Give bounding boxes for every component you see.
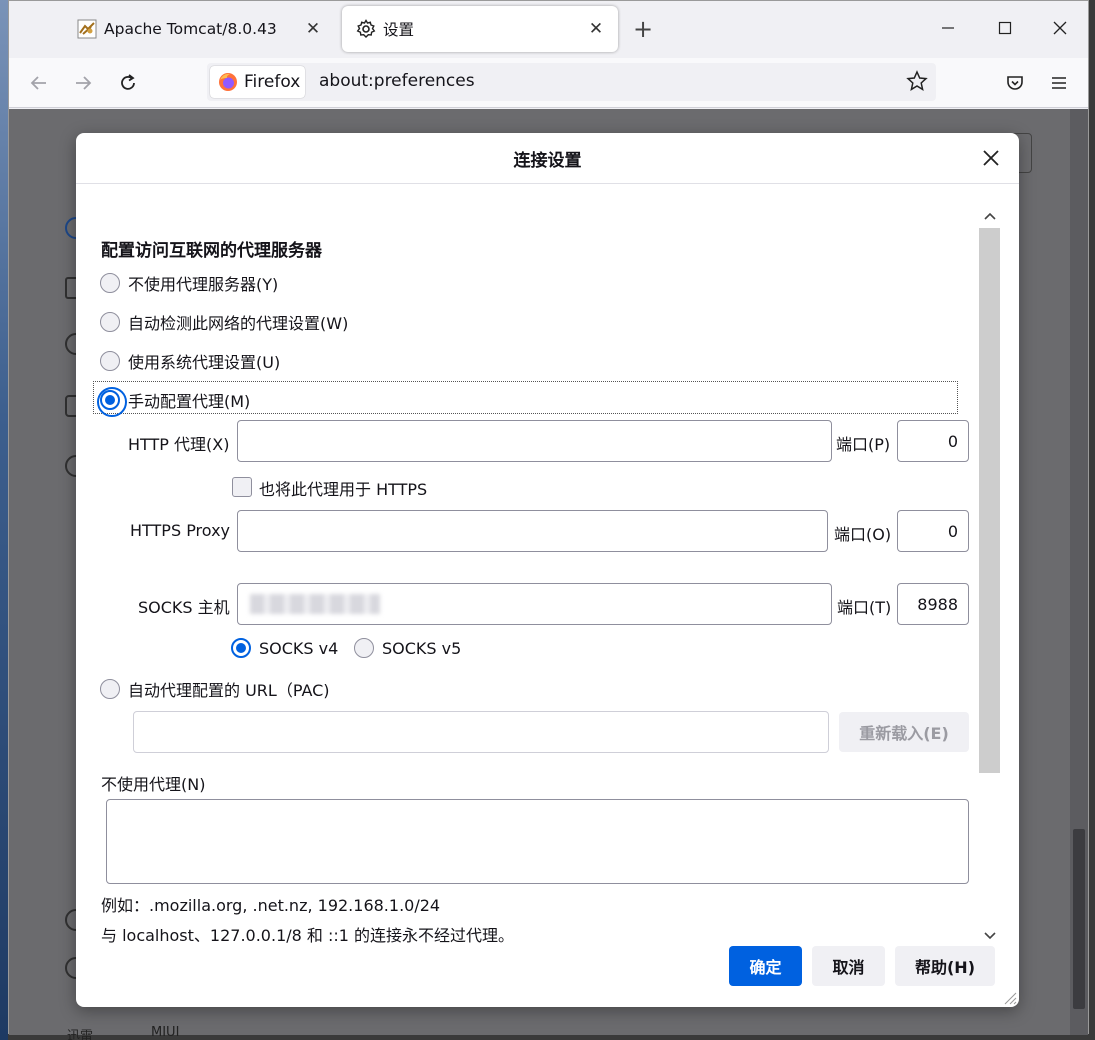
taskbar-label: MIUI xyxy=(151,1025,180,1040)
help-button[interactable]: 帮助(H) xyxy=(895,946,995,986)
page-scrollbar[interactable] xyxy=(1070,109,1088,1035)
desktop-edge xyxy=(0,0,8,1040)
radio-no-proxy[interactable]: 不使用代理服务器(Y) xyxy=(100,271,278,295)
socks-host-input[interactable] xyxy=(237,583,832,625)
radio-button[interactable] xyxy=(100,273,120,293)
socks-port-label: 端口(T) xyxy=(837,598,892,617)
forward-arrow-icon xyxy=(76,76,92,90)
close-tab-icon[interactable]: ✕ xyxy=(303,19,323,39)
dialog-scrollbar[interactable] xyxy=(979,204,1000,949)
dialog-scrollbar-thumb[interactable] xyxy=(979,228,1000,773)
resize-grip-icon[interactable] xyxy=(1001,989,1017,1005)
forward-button[interactable] xyxy=(67,68,99,98)
new-tab-button[interactable]: + xyxy=(633,15,653,43)
radio-button[interactable] xyxy=(100,679,120,699)
radio-button-checked[interactable] xyxy=(231,638,251,658)
back-button[interactable] xyxy=(23,68,55,98)
url-bar[interactable]: Firefox about:preferences xyxy=(207,63,936,101)
radio-manual-proxy[interactable]: 手动配置代理(M) xyxy=(97,387,251,417)
dialog-close-button[interactable] xyxy=(979,146,1003,170)
tab-title: 设置 xyxy=(383,21,415,39)
https-port-label: 端口(O) xyxy=(834,525,892,544)
redacted-socks-host xyxy=(250,594,380,614)
radio-label: 自动代理配置的 URL（PAC) xyxy=(128,681,330,700)
https-proxy-input[interactable] xyxy=(237,510,828,552)
close-window-button[interactable] xyxy=(1045,13,1075,43)
proxy-section-heading: 配置访问互联网的代理服务器 xyxy=(101,241,322,261)
socks-host-label: SOCKS 主机 xyxy=(138,598,230,617)
pocket-icon xyxy=(1007,76,1023,90)
tab-strip: Apache Tomcat/8.0.43 ✕ 设置 ✕ + xyxy=(9,1,1088,58)
firefox-logo-icon xyxy=(219,73,237,91)
tab-title: Apache Tomcat/8.0.43 xyxy=(104,20,277,38)
also-https-checkbox[interactable] xyxy=(232,477,252,497)
maximize-button[interactable] xyxy=(990,13,1020,43)
http-port-input[interactable]: 0 xyxy=(897,420,969,462)
page-scrollbar-thumb[interactable] xyxy=(1073,829,1085,1009)
gear-icon xyxy=(356,19,376,38)
scroll-down-icon[interactable] xyxy=(982,928,997,943)
dialog-title: 连接设置 xyxy=(76,133,1019,184)
radio-socks-v5[interactable]: SOCKS v5 xyxy=(354,638,461,658)
radio-pac-url[interactable]: 自动代理配置的 URL（PAC) xyxy=(100,677,330,701)
no-proxy-label: 不使用代理(N) xyxy=(101,775,206,794)
maximize-icon xyxy=(998,21,1012,35)
radio-system-proxy[interactable]: 使用系统代理设置(U) xyxy=(100,349,280,373)
radio-socks-v4[interactable]: SOCKS v4 xyxy=(231,638,338,658)
back-arrow-icon xyxy=(30,76,46,90)
no-proxy-example: 例如：.mozilla.org, .net.nz, 192.168.1.0/24 xyxy=(101,896,441,915)
tab-tomcat[interactable]: Apache Tomcat/8.0.43 ✕ xyxy=(63,6,335,52)
focus-ring xyxy=(97,387,127,417)
reload-button[interactable] xyxy=(112,68,144,98)
identity-box[interactable]: Firefox xyxy=(210,66,305,98)
pocket-button[interactable] xyxy=(999,68,1031,98)
http-proxy-input[interactable] xyxy=(237,420,832,462)
radio-label: 自动检测此网络的代理设置(W) xyxy=(128,314,349,333)
no-proxy-textarea[interactable] xyxy=(106,799,969,884)
reload-pac-button[interactable]: 重新载入(E) xyxy=(839,712,969,752)
radio-auto-detect[interactable]: 自动检测此网络的代理设置(W) xyxy=(100,310,348,334)
star-icon xyxy=(906,70,928,91)
hamburger-menu-icon xyxy=(1052,77,1066,89)
radio-button[interactable] xyxy=(100,351,120,371)
pac-url-input[interactable] xyxy=(133,711,829,753)
identity-label: Firefox xyxy=(244,72,301,92)
minimize-icon xyxy=(942,27,954,29)
close-icon xyxy=(1053,21,1067,35)
bookmark-star-button[interactable] xyxy=(906,70,928,96)
radio-button-checked[interactable] xyxy=(97,387,127,417)
navigation-toolbar: Firefox about:preferences xyxy=(9,58,1088,108)
ok-button[interactable]: 确定 xyxy=(729,946,802,986)
scroll-up-icon[interactable] xyxy=(982,208,997,223)
minimize-button[interactable] xyxy=(933,13,963,43)
also-https-label: 也将此代理用于 HTTPS xyxy=(259,480,428,499)
https-port-input[interactable]: 0 xyxy=(897,510,969,552)
app-menu-button[interactable] xyxy=(1043,68,1075,98)
dialog-body: 配置访问互联网的代理服务器 不使用代理服务器(Y) 自动检测此网络的代理设置(W… xyxy=(76,184,1019,945)
close-icon xyxy=(983,150,999,166)
radio-label: 使用系统代理设置(U) xyxy=(128,353,281,372)
radio-label: 不使用代理服务器(Y) xyxy=(128,275,279,294)
radio-label: 手动配置代理(M) xyxy=(128,392,251,411)
radio-button[interactable] xyxy=(100,312,120,332)
socks-port-input[interactable]: 8988 xyxy=(897,583,969,625)
radio-button[interactable] xyxy=(354,638,374,658)
url-text: about:preferences xyxy=(319,71,475,91)
http-port-label: 端口(P) xyxy=(836,435,891,454)
http-proxy-label: HTTP 代理(X) xyxy=(128,435,230,454)
localhost-note: 与 localhost、127.0.0.1/8 和 ::1 的连接永不经过代理。 xyxy=(101,926,515,945)
cancel-button[interactable]: 取消 xyxy=(812,946,885,986)
close-tab-icon[interactable]: ✕ xyxy=(586,19,606,39)
radio-label: SOCKS v4 xyxy=(259,638,339,658)
reload-icon xyxy=(121,74,135,90)
https-proxy-label: HTTPS Proxy xyxy=(130,521,231,540)
tomcat-icon xyxy=(77,19,97,39)
radio-label: SOCKS v5 xyxy=(382,638,462,658)
taskbar-label: 迅雷 xyxy=(67,1029,94,1040)
connection-settings-dialog: 连接设置 配置访问互联网的代理服务器 不使用代理服务器(Y) 自动检测此网络的代… xyxy=(76,133,1019,1007)
tab-settings[interactable]: 设置 ✕ xyxy=(342,6,618,52)
